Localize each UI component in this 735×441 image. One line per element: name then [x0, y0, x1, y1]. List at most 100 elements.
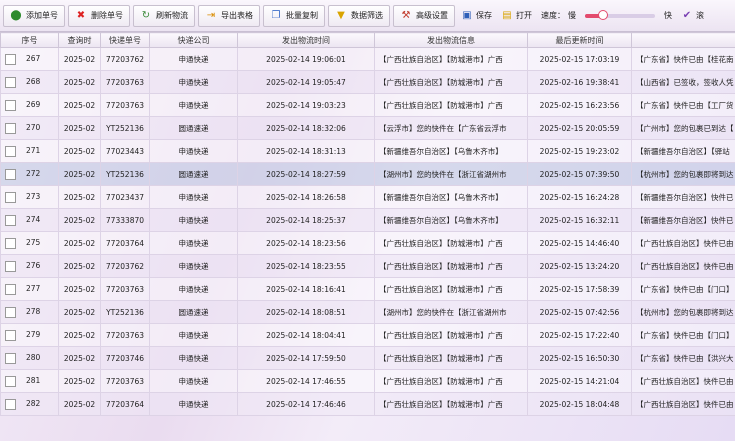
row-index: 279 [26, 330, 41, 339]
table-row[interactable]: 268 2025-02 77203763 申通快递 2025-02-14 19:05:4… [0, 70, 735, 94]
table-row[interactable]: 275 2025-02 77203764 申通快递 2025-02-14 18:23:5… [0, 231, 735, 255]
courier-cell: 申通快递 [149, 369, 238, 393]
column-header-ship-info[interactable]: 发出物流信息 [374, 32, 528, 48]
batch-copy-button[interactable]: ❐ 批量复制 [263, 4, 325, 27]
table-row[interactable]: 267 2025-02 77203762 申通快递 2025-02-14 19:06:0… [0, 47, 735, 71]
speed-slider[interactable] [585, 9, 655, 20]
table-row[interactable]: 269 2025-02 77203763 申通快递 2025-02-14 19:03:2… [0, 93, 735, 117]
row-checkbox[interactable] [5, 191, 16, 203]
column-header-query-time[interactable]: 查询时 [58, 32, 101, 48]
last-info-cell: 【新疆维吾尔自治区】【驿站 [631, 139, 735, 163]
row-checkbox[interactable] [5, 168, 16, 180]
ship-info-cell: 【广西壮族自治区】【防城港市】广西 [374, 47, 528, 71]
row-index: 269 [26, 100, 41, 109]
query-time-cell: 2025-02 [58, 392, 101, 416]
row-checkbox[interactable] [5, 398, 16, 410]
table-row[interactable]: 281 2025-02 77203763 申通快递 2025-02-14 17:46:5… [0, 369, 735, 393]
save-button[interactable]: ▣ 保存 [458, 5, 495, 27]
speed-slider-knob[interactable] [597, 9, 608, 20]
ship-time-cell: 2025-02-14 18:16:41 [237, 277, 375, 301]
column-header-index[interactable]: 序号 [0, 32, 59, 48]
ship-info-cell: 【湖州市】您的快件在【浙江省湖州市 [374, 300, 528, 324]
table-row[interactable]: 280 2025-02 77203746 申通快递 2025-02-14 17:59:5… [0, 346, 735, 370]
ship-time-cell: 2025-02-14 18:27:59 [237, 162, 375, 186]
wrench-icon: ⚒ [401, 9, 411, 21]
index-cell: 271 [0, 139, 59, 163]
index-cell: 279 [0, 323, 59, 347]
row-checkbox[interactable] [5, 53, 16, 65]
row-checkbox[interactable] [5, 237, 16, 249]
tracking-no-cell: 77203763 [100, 277, 150, 301]
open-button[interactable]: ▤ 打开 [498, 5, 535, 27]
last-update-cell: 2025-02-16 19:38:41 [527, 70, 632, 94]
courier-cell: 申通快递 [149, 185, 238, 209]
column-header-courier[interactable]: 快递公司 [149, 32, 238, 48]
ship-info-cell: 【广西壮族自治区】【防城港市】广西 [374, 346, 528, 370]
last-update-cell: 2025-02-15 17:58:39 [527, 277, 632, 301]
row-checkbox[interactable] [5, 76, 16, 88]
column-header-tracking-no[interactable]: 快递单号 [100, 32, 150, 48]
add-tracking-button[interactable]: ⬤ 添加单号 [3, 4, 65, 27]
last-info-cell: 【广东省】快件已由【桂花南 [631, 47, 735, 71]
query-time-cell: 2025-02 [58, 254, 101, 278]
table-row[interactable]: 276 2025-02 77203762 申通快递 2025-02-14 18:23:5… [0, 254, 735, 278]
table-row[interactable]: 274 2025-02 77333870 申通快递 2025-02-14 18:25:3… [0, 208, 735, 232]
index-cell: 268 [0, 70, 59, 94]
row-checkbox[interactable] [5, 122, 16, 134]
column-header-last-info[interactable]: 最后 [631, 32, 735, 48]
query-time-cell: 2025-02 [58, 277, 101, 301]
table-row[interactable]: 271 2025-02 77023443 申通快递 2025-02-14 18:31:1… [0, 139, 735, 163]
advanced-settings-button[interactable]: ⚒ 高级设置 [393, 4, 455, 27]
courier-cell: 圆通速递 [149, 300, 238, 324]
ship-info-cell: 【广西壮族自治区】【防城港市】广西 [374, 392, 528, 416]
ship-info-cell: 【新疆维吾尔自治区】【乌鲁木齐市】 [374, 185, 528, 209]
last-update-cell: 2025-02-15 19:23:02 [527, 139, 632, 163]
table-row[interactable]: 279 2025-02 77203763 申通快递 2025-02-14 18:04:4… [0, 323, 735, 347]
ship-time-cell: 2025-02-14 18:08:51 [237, 300, 375, 324]
last-update-cell: 2025-02-15 17:22:40 [527, 323, 632, 347]
last-update-cell: 2025-02-15 16:24:28 [527, 185, 632, 209]
table-row[interactable]: 278 2025-02 YT252136 圆通速递 2025-02-14 18:08:5… [0, 300, 735, 324]
last-info-cell: 【广西壮族自治区】快件已由 [631, 392, 735, 416]
last-info-cell: 【广东省】快件已由【工厂货 [631, 93, 735, 117]
ship-info-cell: 【云浮市】您的快件在【广东省云浮市 [374, 116, 528, 140]
row-checkbox[interactable] [5, 375, 16, 387]
ship-info-cell: 【广西壮族自治区】【防城港市】广西 [374, 254, 528, 278]
data-filter-button[interactable]: ▼ 数据筛选 [328, 4, 390, 27]
table-row[interactable]: 272 2025-02 YT252136 圆通速递 2025-02-14 18:27:5… [0, 162, 735, 186]
row-checkbox[interactable] [5, 145, 16, 157]
table-row[interactable]: 273 2025-02 77023437 申通快递 2025-02-14 18:26:5… [0, 185, 735, 209]
query-time-cell: 2025-02 [58, 231, 101, 255]
scroll-toggle[interactable]: ✔ 滚 [678, 5, 707, 27]
table-row[interactable]: 282 2025-02 77203764 申通快递 2025-02-14 17:46:4… [0, 392, 735, 416]
tracking-no-cell: YT252136 [100, 162, 150, 186]
ship-info-cell: 【广西壮族自治区】【防城港市】广西 [374, 323, 528, 347]
last-info-cell: 【广东省】快件已由【门口】 [631, 323, 735, 347]
row-checkbox[interactable] [5, 260, 16, 272]
row-checkbox[interactable] [5, 283, 16, 295]
refresh-logistics-button[interactable]: ↻ 刷新物流 [133, 4, 195, 27]
column-header-ship-time[interactable]: 发出物流时间 [237, 32, 375, 48]
ship-info-cell: 【广西壮族自治区】【防城港市】广西 [374, 231, 528, 255]
index-cell: 277 [0, 277, 59, 301]
row-checkbox[interactable] [5, 329, 16, 341]
courier-cell: 申通快递 [149, 139, 238, 163]
table-row[interactable]: 270 2025-02 YT252136 圆通速递 2025-02-14 18:32:0… [0, 116, 735, 140]
last-info-cell: 【杭州市】您的包裹即将到达 [631, 300, 735, 324]
export-table-button[interactable]: ⇥ 导出表格 [198, 4, 260, 27]
delete-tracking-button[interactable]: ✖ 删除单号 [68, 4, 130, 27]
filter-label: 数据筛选 [351, 11, 383, 20]
tracking-no-cell: 77203763 [100, 70, 150, 94]
last-update-cell: 2025-02-15 07:42:56 [527, 300, 632, 324]
ship-time-cell: 2025-02-14 18:04:41 [237, 323, 375, 347]
row-checkbox[interactable] [5, 352, 16, 364]
delete-label: 删除单号 [91, 11, 123, 20]
ship-time-cell: 2025-02-14 17:59:50 [237, 346, 375, 370]
column-header-last-update[interactable]: 最后更新时间 [527, 32, 632, 48]
last-info-cell: 【广西壮族自治区】快件已由 [631, 254, 735, 278]
row-checkbox[interactable] [5, 306, 16, 318]
results-table[interactable]: 序号 查询时 快递单号 快递公司 发出物流时间 发出物流信息 最后更新时间 最后… [0, 32, 735, 441]
row-checkbox[interactable] [5, 99, 16, 111]
row-checkbox[interactable] [5, 214, 16, 226]
table-row[interactable]: 277 2025-02 77203763 申通快递 2025-02-14 18:16:4… [0, 277, 735, 301]
